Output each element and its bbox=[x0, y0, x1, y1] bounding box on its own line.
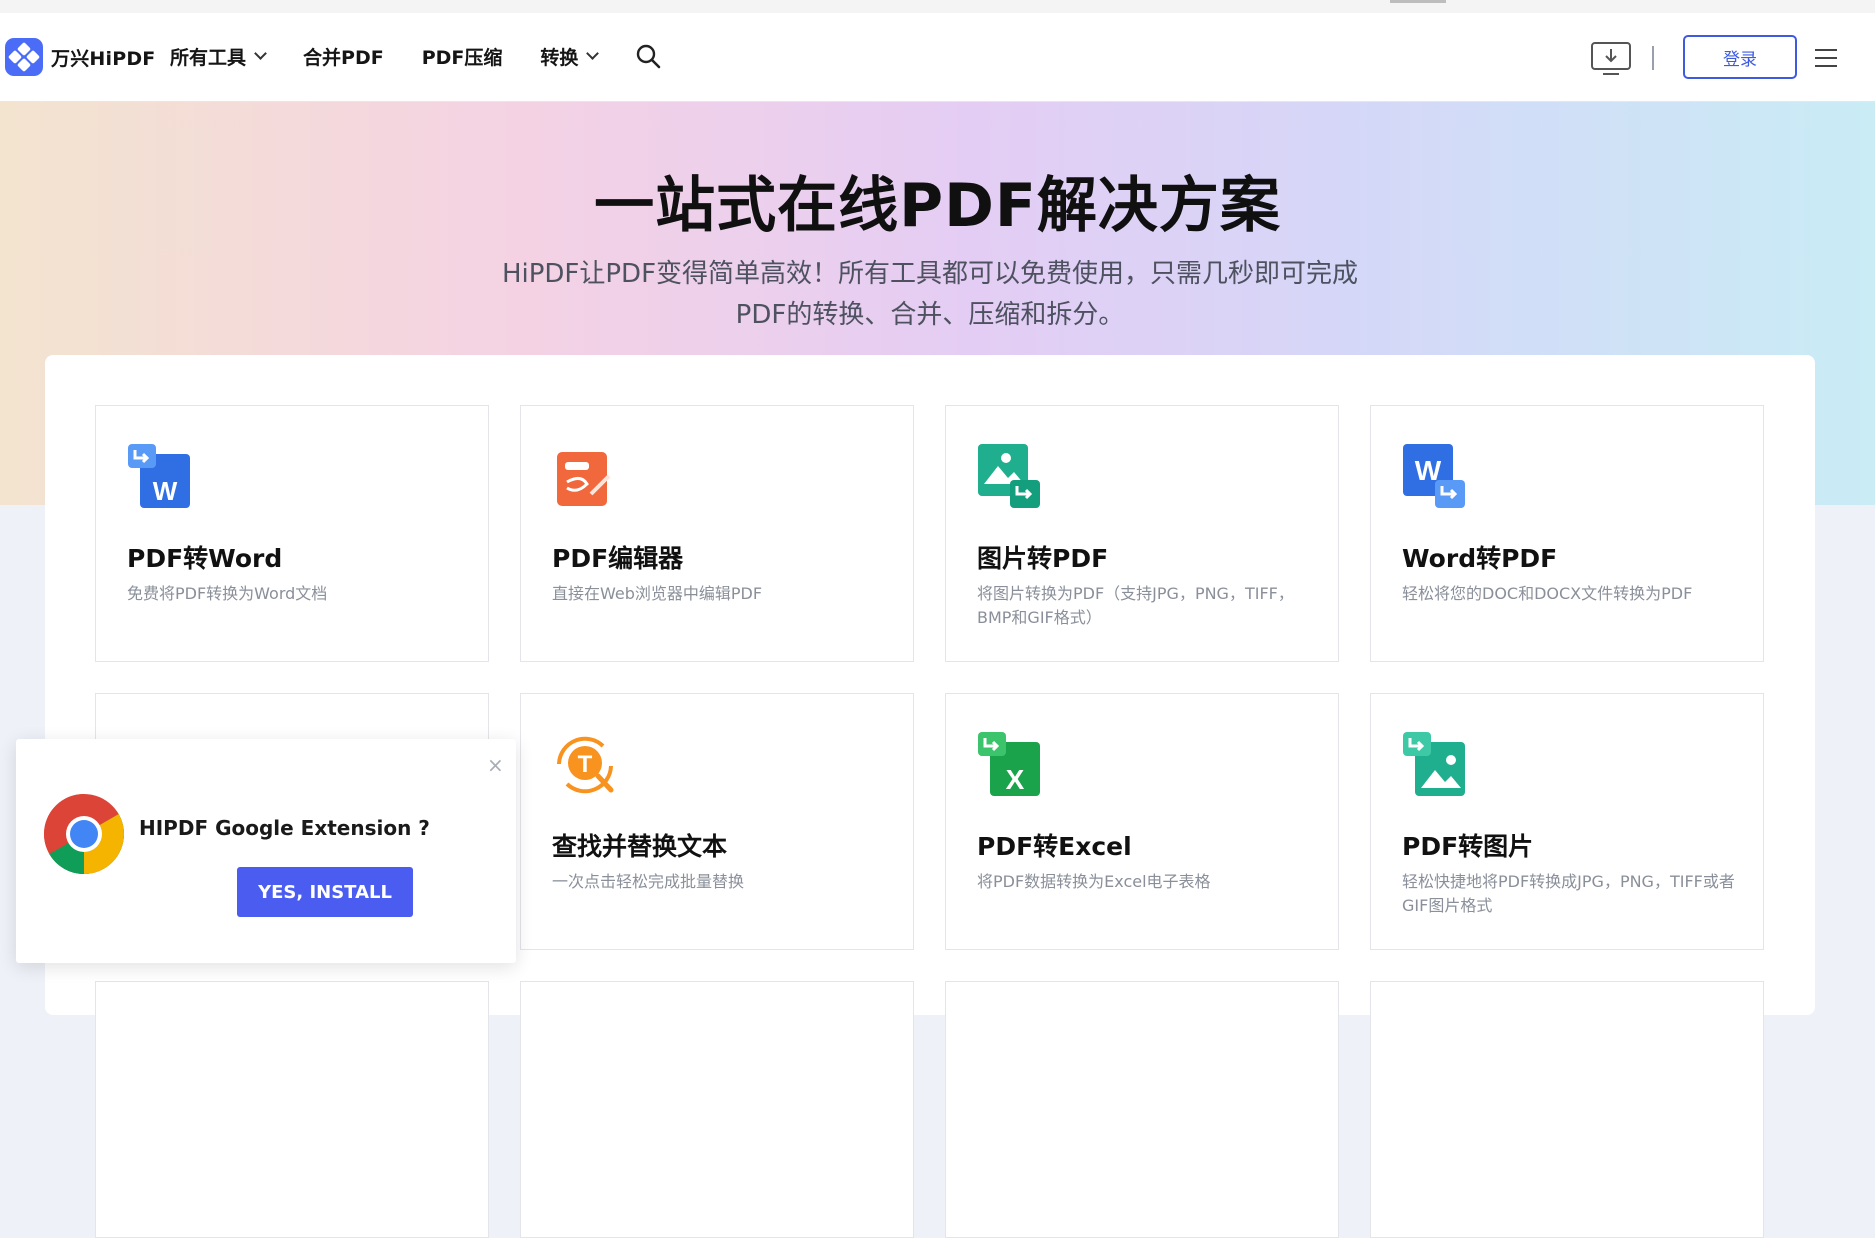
image-to-pdf-icon bbox=[978, 444, 1040, 508]
nav-all-tools[interactable]: 所有工具 bbox=[170, 43, 267, 70]
tool-desc: 轻松快捷地将PDF转换成JPG，PNG，TIFF或者GIF图片格式 bbox=[1402, 872, 1735, 915]
pdf-to-excel-icon: X bbox=[978, 732, 1040, 796]
menu-icon[interactable] bbox=[1815, 49, 1837, 67]
tool-title: 查找并替换文本 bbox=[552, 832, 728, 861]
tool-card-row3[interactable] bbox=[945, 981, 1339, 1238]
login-button[interactable]: 登录 bbox=[1683, 35, 1797, 79]
pdf-to-word-icon: W bbox=[128, 444, 190, 508]
extension-title: HIPDF Google Extension ? bbox=[139, 816, 430, 840]
browser-top-strip bbox=[0, 0, 1875, 13]
chevron-down-icon bbox=[254, 47, 267, 60]
chevron-down-icon bbox=[586, 47, 600, 60]
tool-card-pdf-editor[interactable]: PDF编辑器 直接在Web浏览器中编辑PDF bbox=[520, 405, 914, 662]
tool-card-pdf-to-excel[interactable]: X PDF转Excel 将PDF数据转换为Excel电子表格 bbox=[945, 693, 1339, 950]
tool-card-row3[interactable] bbox=[1370, 981, 1764, 1238]
nav-merge-pdf-label: 合并PDF bbox=[303, 47, 384, 69]
tool-card-pdf-to-word[interactable]: W PDF转Word 免费将PDF转换为Word文档 bbox=[95, 405, 489, 662]
pdf-editor-icon bbox=[557, 452, 611, 506]
svg-text:W: W bbox=[153, 476, 178, 506]
install-extension-button[interactable]: YES, INSTALL bbox=[237, 867, 413, 917]
tool-card-pdf-to-image[interactable]: PDF转图片 轻松快捷地将PDF转换成JPG，PNG，TIFF或者GIF图片格式 bbox=[1370, 693, 1764, 950]
tool-desc: 免费将PDF转换为Word文档 bbox=[127, 584, 328, 603]
tool-title: PDF转图片 bbox=[1402, 832, 1534, 861]
chrome-icon bbox=[44, 794, 124, 874]
hero-subtitle-line1: HiPDF让PDF变得简单高效！所有工具都可以免费使用，只需几秒即可完成 bbox=[501, 259, 1359, 289]
nav-merge-pdf[interactable]: 合并PDF bbox=[303, 43, 384, 70]
hero-subtitle-line2: PDF的转换、合并、压缩和拆分。 bbox=[735, 300, 1125, 330]
tool-card-find-replace[interactable]: T 查找并替换文本 一次点击轻松完成批量替换 bbox=[520, 693, 914, 950]
nav-compress-pdf-label: PDF压缩 bbox=[421, 47, 503, 69]
svg-text:T: T bbox=[578, 751, 593, 778]
tool-title: 图片转PDF bbox=[977, 544, 1109, 573]
main-nav: 所有工具 合并PDF PDF压缩 转换 bbox=[170, 43, 635, 70]
tool-title: PDF编辑器 bbox=[552, 544, 684, 573]
pdf-to-image-icon bbox=[1403, 732, 1465, 796]
word-to-pdf-icon: W bbox=[1403, 444, 1465, 508]
nav-all-tools-label: 所有工具 bbox=[170, 47, 247, 69]
close-icon[interactable]: × bbox=[487, 755, 504, 775]
tool-desc: 直接在Web浏览器中编辑PDF bbox=[552, 584, 763, 603]
header-divider bbox=[1652, 46, 1654, 70]
tool-title: Word转PDF bbox=[1402, 544, 1558, 573]
tool-card-word-to-pdf[interactable]: W Word转PDF 轻松将您的DOC和DOCX文件转换为PDF bbox=[1370, 405, 1764, 662]
hero-subtitle: HiPDF让PDF变得简单高效！所有工具都可以免费使用，只需几秒即可完成 PDF… bbox=[460, 254, 1400, 336]
nav-convert-label: 转换 bbox=[540, 47, 579, 69]
logo-text: 万兴HiPDF bbox=[51, 47, 156, 70]
tool-card-image-to-pdf[interactable]: 图片转PDF 将图片转换为PDF（支持JPG，PNG，TIFF，BMP和GIF格… bbox=[945, 405, 1339, 662]
tool-title: PDF转Word bbox=[127, 544, 283, 573]
download-icon[interactable] bbox=[1590, 41, 1632, 77]
tool-desc: 将PDF数据转换为Excel电子表格 bbox=[977, 872, 1211, 891]
svg-text:X: X bbox=[1006, 764, 1025, 795]
tool-desc: 轻松将您的DOC和DOCX文件转换为PDF bbox=[1402, 584, 1693, 603]
hero-title: 一站式在线PDF解决方案 bbox=[594, 171, 1281, 241]
nav-convert[interactable]: 转换 bbox=[540, 43, 600, 70]
tool-card-row3[interactable] bbox=[520, 981, 914, 1238]
nav-compress-pdf[interactable]: PDF压缩 bbox=[422, 43, 503, 70]
extension-popup: × HIPDF Google Extension ? YES, INSTALL bbox=[16, 739, 516, 963]
site-header: 万兴HiPDF 所有工具 合并PDF PDF压缩 转换 登录 bbox=[0, 13, 1875, 102]
logo[interactable]: 万兴HiPDF bbox=[5, 38, 156, 76]
tool-desc: 将图片转换为PDF（支持JPG，PNG，TIFF，BMP和GIF格式） bbox=[977, 584, 1294, 627]
find-replace-icon: T bbox=[557, 736, 614, 794]
tool-desc: 一次点击轻松完成批量替换 bbox=[552, 872, 745, 891]
scroll-indicator bbox=[1390, 0, 1446, 3]
tool-title: PDF转Excel bbox=[977, 832, 1132, 861]
hipdf-logo-icon bbox=[5, 38, 43, 76]
search-icon[interactable] bbox=[635, 43, 661, 69]
tool-card-row3[interactable] bbox=[95, 981, 489, 1238]
